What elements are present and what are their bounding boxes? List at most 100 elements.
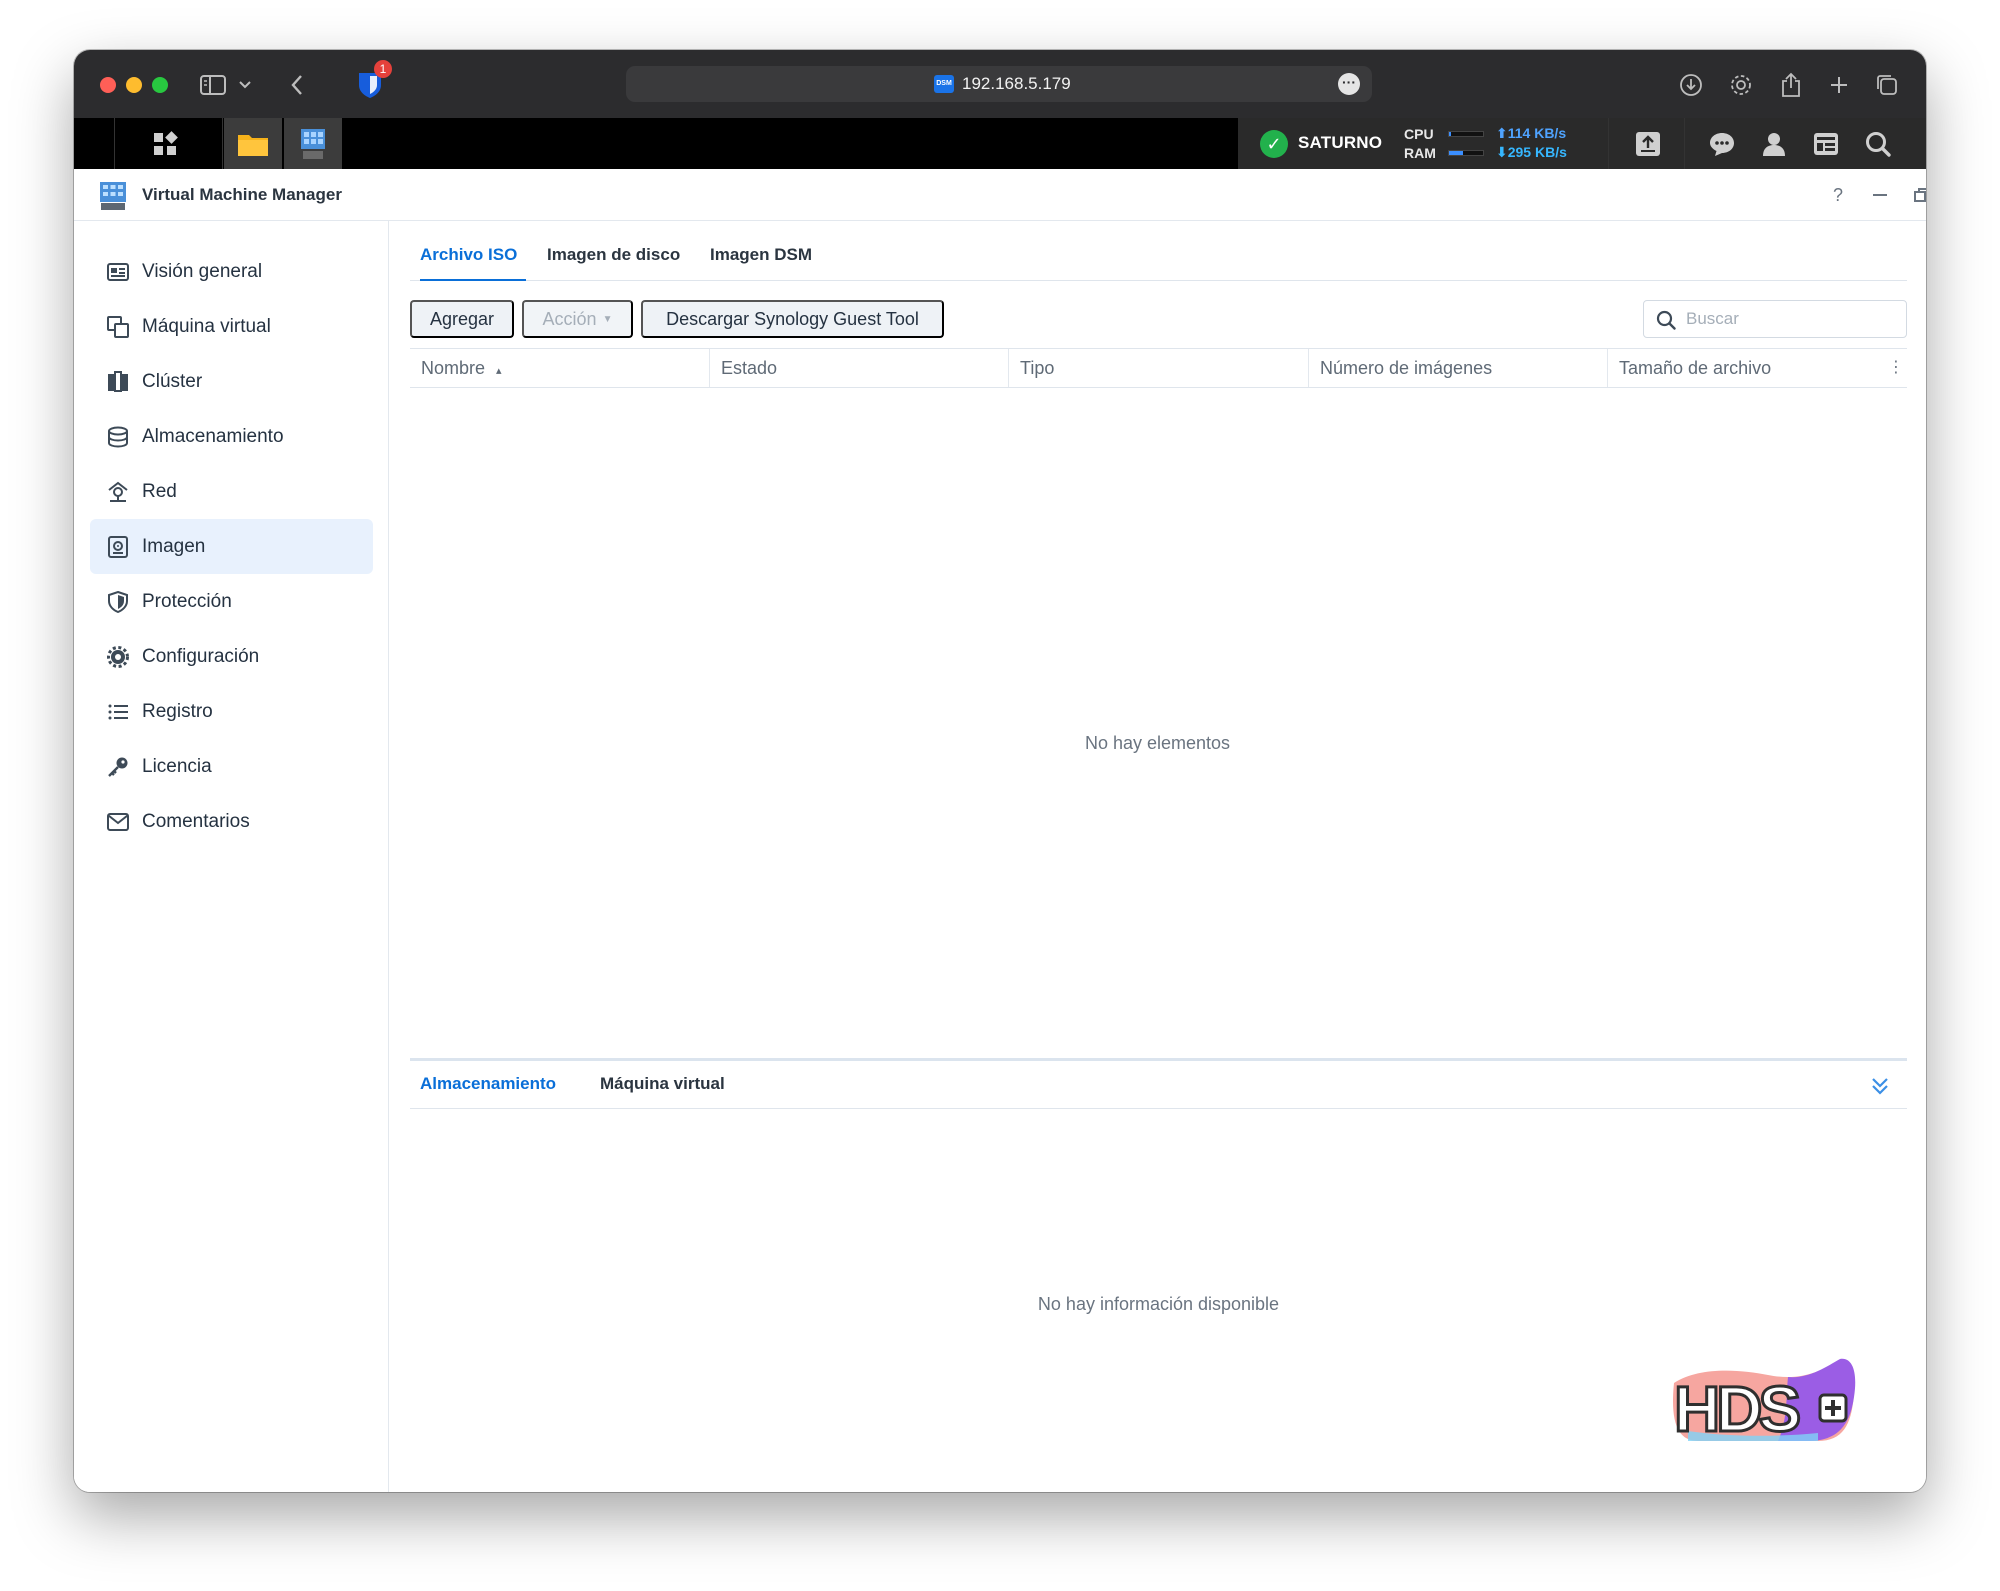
sidebar-item-cluster[interactable]: Clúster [90, 354, 373, 409]
tab-iso-file[interactable]: Archivo ISO [420, 245, 517, 265]
sidebar-item-license[interactable]: Licencia [90, 739, 373, 794]
column-header-status[interactable]: Estado [710, 349, 1009, 387]
sidebar-item-label: Configuración [142, 645, 260, 667]
window-close-button[interactable] [100, 77, 116, 93]
download-guest-tool-button[interactable]: Descargar Synology Guest Tool [641, 300, 944, 338]
user-icon[interactable] [1758, 128, 1790, 160]
window-minimize-button[interactable] [126, 77, 142, 93]
sidebar-item-protection[interactable]: Protección [90, 574, 373, 629]
minimize-icon[interactable] [1868, 183, 1892, 207]
sidebar-item-label: Comentarios [142, 810, 250, 832]
search-input[interactable] [1686, 301, 1896, 337]
column-header-file-size[interactable]: Tamaño de archivo [1608, 349, 1885, 387]
file-station-icon[interactable] [224, 118, 282, 169]
detail-tab-virtual-machine[interactable]: Máquina virtual [600, 1074, 725, 1094]
hds-watermark-logo: HDS [1668, 1353, 1858, 1447]
window-maximize-button[interactable] [152, 77, 168, 93]
sidebar-item-label: Máquina virtual [142, 315, 271, 337]
cpu-label: CPU [1404, 126, 1434, 142]
sidebar-item-storage[interactable]: Almacenamiento [90, 409, 373, 464]
mail-icon [106, 810, 130, 834]
sidebar-item-label: Registro [142, 700, 213, 722]
sidebar-item-settings[interactable]: Configuración [90, 629, 373, 684]
tab-disk-image[interactable]: Imagen de disco [547, 245, 680, 265]
back-arrow-icon[interactable] [282, 70, 312, 100]
tab-dsm-image[interactable]: Imagen DSM [710, 245, 812, 265]
cpu-bar [1448, 131, 1484, 137]
sidebar-item-virtual-machine[interactable]: Máquina virtual [90, 299, 373, 354]
taskbar-divider [1684, 118, 1685, 169]
vmm-taskbar-icon[interactable] [284, 118, 342, 169]
sidebar-item-label: Red [142, 480, 177, 502]
column-menu-icon[interactable]: ⋮ [1885, 349, 1907, 387]
image-icon [106, 535, 130, 559]
sidebar: Visión general Máquina virtual Clúster A… [74, 221, 389, 1492]
sidebar-item-log[interactable]: Registro [90, 684, 373, 739]
widgets-icon[interactable] [1810, 128, 1842, 160]
search-box[interactable] [1643, 300, 1907, 338]
detail-tabs: Almacenamiento Máquina virtual [410, 1061, 1907, 1109]
tab-overview-icon[interactable] [1872, 70, 1902, 100]
ram-bar [1448, 150, 1484, 156]
detail-empty-message: No hay información disponible [1037, 1294, 1280, 1314]
help-icon[interactable]: ? [1826, 183, 1850, 207]
caret-down-icon: ▼ [602, 313, 613, 325]
ram-bar-fill [1449, 151, 1463, 155]
share-icon[interactable] [1776, 70, 1806, 100]
sidebar-toggle-icon[interactable] [198, 70, 228, 100]
download-speed: ⬇295 KB/s [1496, 144, 1567, 161]
search-icon[interactable] [1862, 128, 1894, 160]
server-name[interactable]: SATURNO [1298, 133, 1382, 153]
extension-badge: 1 [374, 60, 392, 78]
main-menu-icon[interactable] [136, 118, 194, 169]
chat-icon[interactable] [1706, 128, 1738, 160]
sidebar-item-image[interactable]: Imagen [90, 519, 373, 574]
cluster-icon [106, 370, 130, 394]
sidebar-item-network[interactable]: Red [90, 464, 373, 519]
chevron-down-icon[interactable] [236, 70, 254, 100]
action-label: Acción [542, 308, 597, 329]
key-icon [106, 755, 130, 779]
storage-icon [106, 425, 130, 449]
list-icon [106, 700, 130, 724]
ellipsis-icon[interactable]: ··· [1338, 73, 1360, 95]
taskbar-divider [114, 118, 115, 169]
taskbar-divider [1608, 118, 1609, 169]
sort-ascending-icon: ▴ [496, 365, 502, 377]
gear-icon [106, 645, 130, 669]
dsm-favicon-icon: DSM [934, 75, 954, 93]
network-icon [106, 480, 130, 504]
ram-label: RAM [1404, 145, 1436, 161]
virtual-machine-icon [106, 315, 130, 339]
shield-icon [106, 590, 130, 614]
column-header-type[interactable]: Tipo [1009, 349, 1309, 387]
detail-tab-storage[interactable]: Almacenamiento [420, 1074, 556, 1094]
address-bar[interactable]: DSM 192.168.5.179 ··· [626, 66, 1372, 102]
active-tab-indicator [420, 279, 526, 281]
image-tabs: Archivo ISO Imagen de disco Imagen DSM [410, 221, 1907, 281]
taskbar-divider [222, 118, 223, 169]
sidebar-item-overview[interactable]: Visión general [90, 244, 373, 299]
column-header-name[interactable]: Nombre ▴ [410, 349, 710, 387]
sidebar-item-label: Almacenamiento [142, 425, 284, 447]
app-title: Virtual Machine Manager [142, 185, 342, 204]
dsm-taskbar: ✓ SATURNO CPU RAM ⬆114 KB/s ⬇295 KB/s [74, 118, 1926, 169]
download-icon[interactable] [1676, 70, 1706, 100]
restore-icon[interactable] [1910, 183, 1926, 207]
gear-icon[interactable] [1726, 70, 1756, 100]
column-header-label: Nombre [421, 358, 486, 378]
column-header-image-count[interactable]: Número de imágenes [1309, 349, 1608, 387]
action-dropdown[interactable]: Acción ▼ [522, 300, 633, 338]
upload-speed: ⬆114 KB/s [1496, 125, 1566, 142]
add-button[interactable]: Agregar [410, 300, 514, 338]
sidebar-item-label: Licencia [142, 755, 212, 777]
app-titlebar[interactable]: Virtual Machine Manager ? [74, 169, 1926, 221]
sidebar-item-feedback[interactable]: Comentarios [90, 794, 373, 849]
svg-text:HDS: HDS [1674, 1373, 1799, 1445]
check-icon: ✓ [1260, 130, 1288, 158]
overview-icon [106, 260, 130, 284]
new-tab-icon[interactable] [1824, 70, 1854, 100]
upload-tray-icon[interactable] [1632, 128, 1664, 160]
sidebar-item-label: Visión general [142, 260, 263, 282]
collapse-panel-icon[interactable] [1867, 1073, 1893, 1099]
